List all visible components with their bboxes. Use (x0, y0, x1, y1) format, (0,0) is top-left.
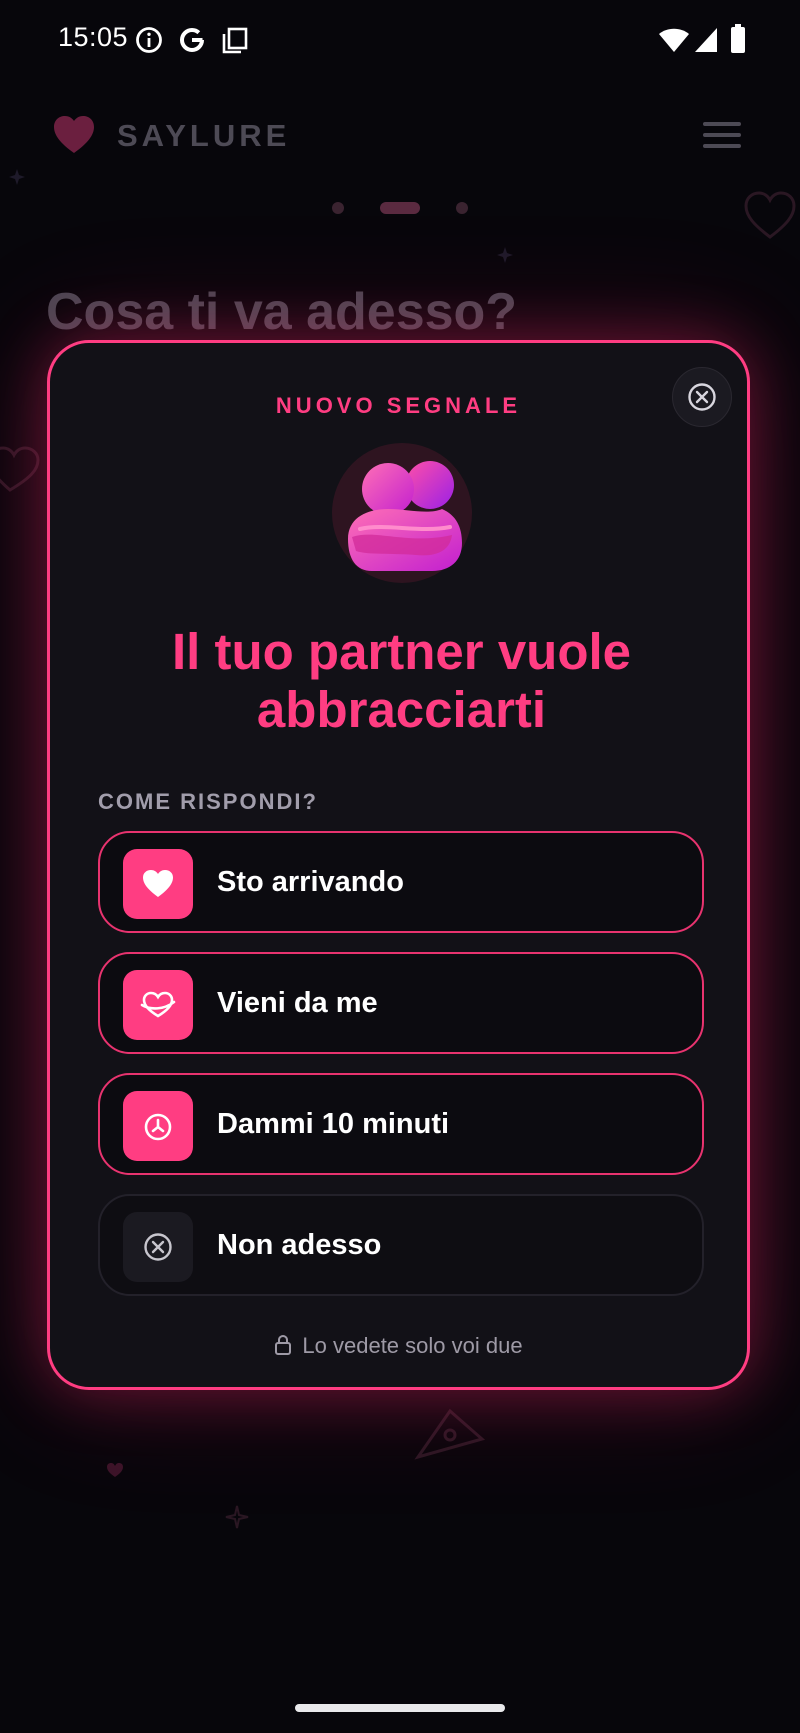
carousel-dot[interactable] (456, 202, 468, 214)
option-non-adesso[interactable]: Non adesso (98, 1194, 704, 1296)
hug-heart-icon (140, 991, 176, 1018)
carousel-dot-active[interactable] (380, 202, 420, 214)
status-bar: 15:05 (0, 0, 800, 80)
close-circle-icon (144, 1233, 172, 1261)
response-section-label: COME RISPONDI? (98, 789, 318, 814)
privacy-note: Lo vedete solo voi due (50, 1333, 747, 1359)
option-label: Non adesso (217, 1229, 382, 1261)
option-icon-badge (123, 1091, 193, 1161)
carousel-dot[interactable] (332, 202, 344, 214)
brand-name: SAYLURE (117, 118, 291, 153)
pizza-icon (414, 1408, 486, 1460)
privacy-note-text: Lo vedete solo voi due (302, 1333, 523, 1358)
lock-icon (275, 1334, 292, 1355)
small-heart-icon (107, 1463, 123, 1477)
saylure-logo-icon (54, 116, 94, 153)
option-dammi-10-minuti[interactable]: Dammi 10 minuti (98, 1073, 704, 1175)
info-icon (136, 27, 162, 53)
heart-icon (143, 870, 173, 897)
heart-outline-icon (744, 191, 796, 239)
heart-outline-icon (0, 446, 40, 492)
modal-eyebrow: NUOVO SEGNALE (275, 393, 522, 418)
option-icon-badge (123, 849, 193, 919)
background-title: Cosa ti va adesso? (46, 283, 518, 341)
sparkle-icon (497, 247, 513, 263)
google-icon (179, 27, 204, 53)
status-time: 15:05 (58, 22, 129, 52)
wifi-icon (659, 28, 689, 52)
battery-icon (731, 24, 745, 53)
option-label: Sto arrivando (217, 866, 404, 898)
option-label: Dammi 10 minuti (217, 1108, 450, 1140)
copy-icon (222, 27, 248, 54)
sparkle-icon (225, 1505, 249, 1529)
option-label: Vieni da me (217, 987, 378, 1019)
sparkle-icon (9, 169, 25, 185)
signal-icon (695, 28, 717, 52)
option-vieni-da-me[interactable]: Vieni da me (98, 952, 704, 1054)
option-sto-arrivando[interactable]: Sto arrivando (98, 831, 704, 933)
home-indicator[interactable] (295, 1704, 505, 1712)
timer-icon (144, 1113, 172, 1141)
hug-emoji-avatar (332, 443, 472, 583)
signal-modal: NUOVO SEGNALE Il tuo partner vuole abbra… (47, 340, 750, 1390)
option-icon-badge (123, 970, 193, 1040)
modal-headline: Il tuo partner vuole abbracciarti (171, 623, 632, 738)
people-hugging-icon (348, 461, 462, 571)
hamburger-menu-icon[interactable] (703, 122, 741, 148)
option-icon-badge (123, 1212, 193, 1282)
